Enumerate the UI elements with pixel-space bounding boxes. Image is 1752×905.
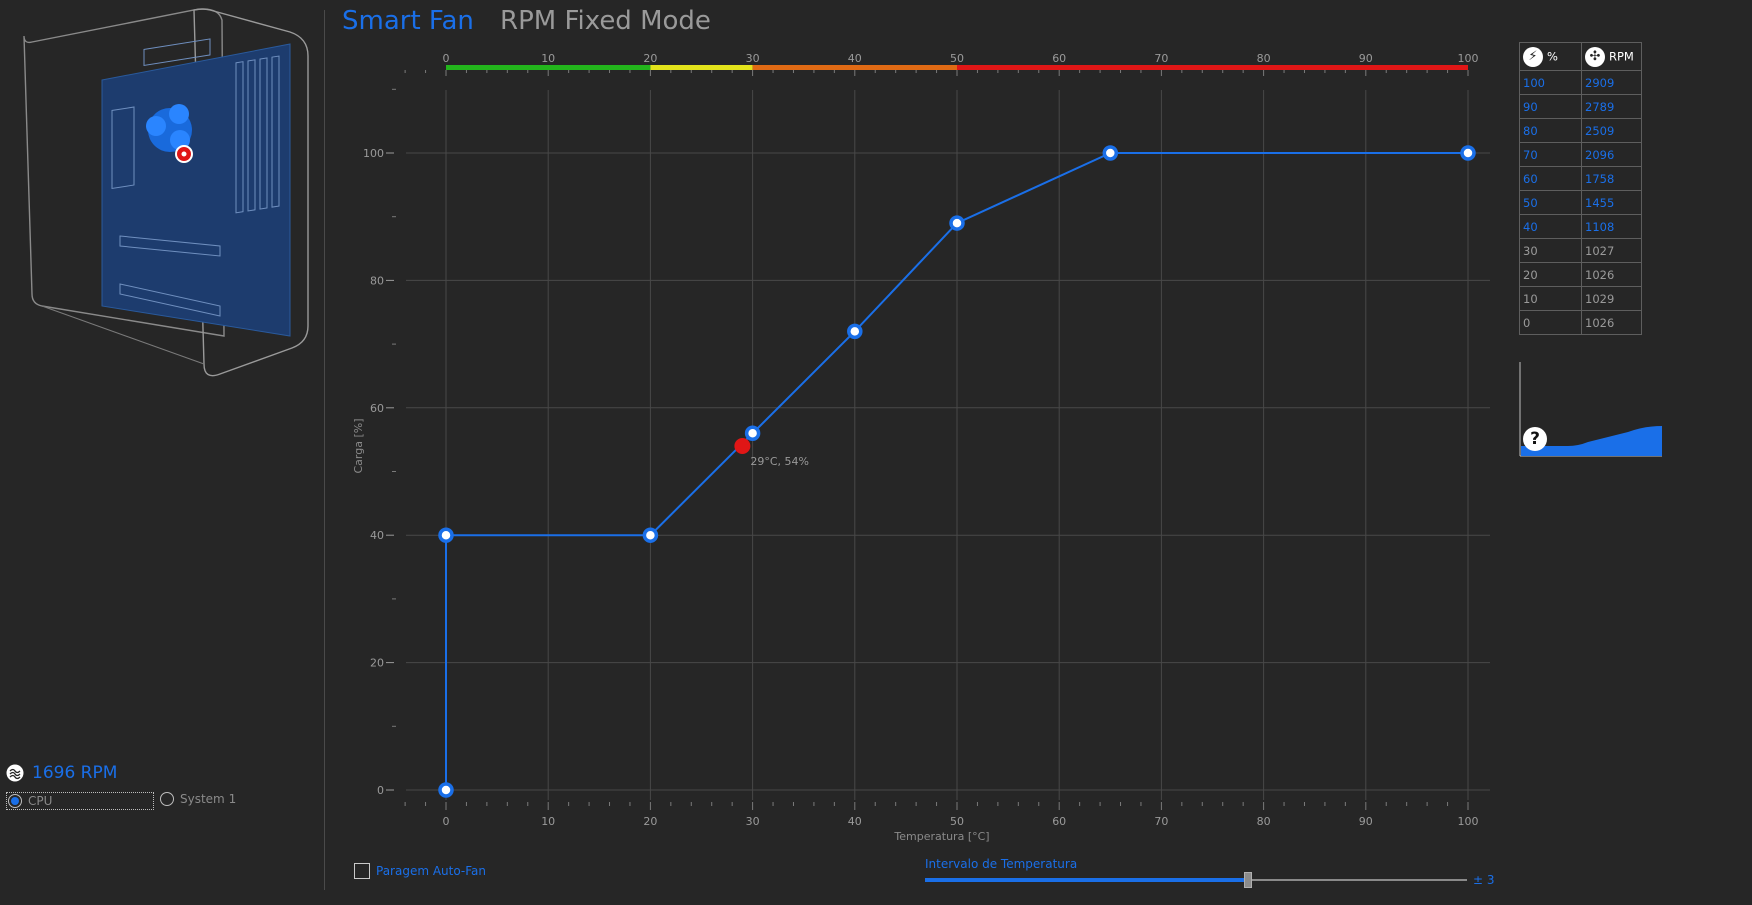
pct-cell: 0 [1519, 310, 1582, 335]
top-scale-label: 10 [541, 52, 555, 65]
temperature-color-segment [957, 65, 1468, 70]
top-scale-label: 60 [1052, 52, 1066, 65]
pct-cell: 70 [1519, 142, 1582, 167]
rpm-cell: 1026 [1581, 310, 1642, 335]
rpm-table-row: 40 1108 [1519, 214, 1642, 239]
y-axis-label: Carga [%] [352, 418, 365, 473]
y-tick-label: 20 [370, 657, 384, 670]
fan-curve-point[interactable] [1102, 145, 1119, 161]
interval-value: ± 3 [1473, 873, 1495, 887]
rpm-cell: 2509 [1581, 118, 1642, 143]
y-tick-label: 60 [370, 402, 384, 415]
autofan-stop-checkbox[interactable]: Paragem Auto-Fan [354, 863, 486, 879]
interval-slider-fill[interactable] [925, 878, 1249, 882]
x-tick-label: 20 [643, 815, 657, 828]
rpm-cell: 1108 [1581, 214, 1642, 239]
pct-cell: 10 [1519, 286, 1582, 311]
rpm-cell: 1029 [1581, 286, 1642, 311]
fan-icon: ✣ [1585, 46, 1605, 67]
rpm-table-row: 10 1029 [1519, 286, 1642, 311]
rpm-cell: 1758 [1581, 166, 1642, 191]
pct-header: ⚡% [1519, 42, 1582, 71]
rpm-cell: 2909 [1581, 70, 1642, 95]
temperature-color-segment [650, 65, 753, 70]
pct-cell: 80 [1519, 118, 1582, 143]
x-tick-label: 30 [746, 815, 760, 828]
top-scale-label: 100 [1458, 52, 1479, 65]
top-scale-label: 20 [643, 52, 657, 65]
top-scale-label: 80 [1257, 52, 1271, 65]
pct-cell: 50 [1519, 190, 1582, 215]
pct-cell: 100 [1519, 70, 1582, 95]
x-tick-label: 50 [950, 815, 964, 828]
rpm-table-row: 80 2509 [1519, 118, 1642, 143]
checkbox-box[interactable] [354, 863, 370, 879]
rpm-table-row: 100 2909 [1519, 70, 1642, 95]
fan-curve-point[interactable] [744, 425, 761, 442]
rpm-cell: 1026 [1581, 262, 1642, 287]
top-scale-label: 0 [443, 52, 450, 65]
temperature-color-segment [446, 65, 651, 70]
rpm-cell: 1027 [1581, 238, 1642, 263]
autofan-label: Paragem Auto-Fan [376, 864, 487, 878]
rpm-table-row: 0 1026 [1519, 310, 1642, 335]
x-tick-label: 100 [1458, 815, 1479, 828]
rpm-cell: 1455 [1581, 190, 1642, 215]
pct-cell: 40 [1519, 214, 1582, 239]
x-tick-label: 60 [1052, 815, 1066, 828]
top-scale-label: 40 [848, 52, 862, 65]
x-axis-label: Temperatura [°C] [893, 830, 989, 843]
fan-curve-point[interactable] [1460, 145, 1476, 161]
rpm-table-row: 90 2789 [1519, 94, 1642, 119]
help-icon[interactable]: ? [1523, 427, 1547, 451]
top-scale-label: 70 [1154, 52, 1168, 65]
rpm-cell: 2096 [1581, 142, 1642, 167]
rpm-table: ⚡% ✣ RPM 100 2909 90 2789 80 2509 70 2096 60 1758 5… [1519, 42, 1642, 335]
y-tick-label: 100 [363, 147, 384, 160]
fan-curve-chart[interactable]: 0 10 20 30 40 50 60 70 80 90 100 0 10 20 30 40 50 60 70 80… [0, 0, 1752, 905]
pct-cell: 90 [1519, 94, 1582, 119]
rpm-table-row: 20 1026 [1519, 262, 1642, 287]
pct-cell: 60 [1519, 166, 1582, 191]
fan-curve-point[interactable] [642, 527, 659, 543]
y-tick-label: 0 [377, 784, 384, 797]
fan-curve-point[interactable] [949, 215, 965, 231]
fan-curve-point[interactable] [438, 527, 454, 543]
temperature-color-segment [752, 65, 957, 70]
rpm-table-row: 50 1455 [1519, 190, 1642, 215]
power-icon: ⚡ [1523, 46, 1543, 67]
x-tick-label: 80 [1257, 815, 1271, 828]
pct-cell: 30 [1519, 238, 1582, 263]
rpm-table-row: 70 2096 [1519, 142, 1642, 167]
y-tick-label: 80 [370, 274, 384, 287]
fan-curve-point[interactable] [847, 323, 863, 340]
current-point-label: 29°C, 54% [750, 455, 809, 468]
rpm-table-header: ⚡% ✣ RPM [1519, 42, 1642, 71]
current-temperature-point [734, 438, 751, 455]
x-tick-label: 10 [541, 815, 555, 828]
interval-slider-track[interactable] [1249, 879, 1467, 881]
fan-curve-point[interactable] [438, 782, 454, 798]
x-tick-label: 0 [443, 815, 450, 828]
interval-slider-thumb[interactable] [1244, 872, 1252, 888]
pct-cell: 20 [1519, 262, 1582, 287]
x-tick-label: 70 [1154, 815, 1168, 828]
top-scale-label: 30 [746, 52, 760, 65]
rpm-header: ✣ RPM [1581, 42, 1642, 71]
x-tick-label: 40 [848, 815, 862, 828]
y-tick-label: 40 [370, 529, 384, 542]
rpm-table-row: 60 1758 [1519, 166, 1642, 191]
rpm-cell: 2789 [1581, 94, 1642, 119]
x-tick-label: 90 [1359, 815, 1373, 828]
rpm-table-row: 30 1027 [1519, 238, 1642, 263]
top-scale-label: 90 [1359, 52, 1373, 65]
top-scale-label: 50 [950, 52, 964, 65]
temperature-interval-label: Intervalo de Temperatura [925, 857, 1078, 871]
